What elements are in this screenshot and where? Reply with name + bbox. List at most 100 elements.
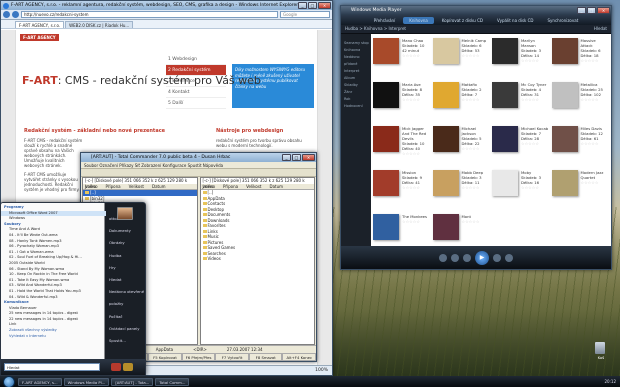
close-button[interactable]: ×	[302, 154, 315, 161]
album-item[interactable]: Mobb Deep Skladeb: 3 Délka: 11 ☆☆☆☆☆	[432, 170, 491, 214]
album-item[interactable]: Maria Ave Skladeb: 8 Délka: 35 ☆☆☆☆☆	[373, 82, 431, 126]
rating-stars[interactable]: ☆☆☆☆☆	[462, 53, 487, 58]
power-button[interactable]	[111, 363, 121, 371]
menu-item-webdesign[interactable]: 1 Webdesign	[166, 54, 226, 65]
wmp-sidebar-item[interactable]: Hodnocení	[341, 103, 371, 110]
rating-stars[interactable]: ☆☆☆☆☆	[462, 146, 491, 151]
album-item[interactable]: Mick Jagger And The Red Devils Skladeb: 1…	[373, 126, 431, 170]
start-right-item[interactable]: Hledat	[106, 274, 145, 286]
minimize-button[interactable]: _	[577, 7, 586, 14]
start-search-input[interactable]: Hledat	[4, 363, 100, 371]
album-cover[interactable]	[432, 38, 459, 64]
wmp-sidebar-item[interactable]: Interpret	[341, 68, 371, 75]
album-cover[interactable]	[432, 214, 459, 240]
rating-stars[interactable]: ☆☆☆☆☆	[402, 219, 427, 224]
start-right-item[interactable]: Počítač	[106, 311, 145, 323]
stop-icon[interactable]	[451, 253, 459, 262]
function-key-button[interactable]: F5 Kopírovat	[148, 353, 182, 361]
album-item[interactable]: Marilyn Manson Skladeb: 3 Délka: 14 ☆☆☆☆☆	[492, 38, 550, 82]
rating-stars[interactable]: ☆☆☆☆☆	[521, 141, 548, 146]
col-name[interactable]: Jméno	[203, 184, 216, 189]
album-cover[interactable]	[492, 38, 518, 64]
start-right-item[interactable]: Hry	[106, 262, 145, 274]
play-button[interactable]: ▶	[475, 250, 489, 265]
start-right-item[interactable]: Hudba	[106, 250, 145, 262]
album-item[interactable]: Mattafix Skladeb: 2 Délka: 7 ☆☆☆☆☆	[432, 82, 491, 126]
maximize-button[interactable]: □	[587, 7, 596, 14]
wmp-tab-playback[interactable]: Přehrávání	[368, 17, 401, 24]
album-item[interactable]: Massive Attack Skladeb: 6 Délka: 18 ☆☆☆☆☆	[551, 38, 610, 82]
album-item[interactable]: Mano Chao Skladeb: 10 42 minut ☆☆☆☆☆	[373, 38, 431, 82]
rating-stars[interactable]: ☆☆☆☆☆	[581, 58, 610, 63]
album-cover[interactable]	[551, 82, 578, 108]
start-right-item[interactable]: Obrázky	[106, 237, 145, 249]
clock[interactable]: 20:12	[604, 379, 620, 384]
tc-menubar[interactable]: Soubor Označení Příkazy Síť Zobrazení Ko…	[81, 162, 316, 169]
rating-stars[interactable]: ☆☆☆☆☆	[581, 97, 603, 102]
taskbar-ie[interactable]: F-ART AGENCY, s...	[18, 377, 62, 386]
album-item[interactable]: Michael Jackson Skladeb: 5 Délka: 22 ☆☆☆☆☆	[432, 126, 491, 170]
maximize-button[interactable]: □	[308, 2, 317, 9]
rating-stars[interactable]: ☆☆☆☆☆	[462, 97, 482, 102]
minimize-button[interactable]: _	[282, 154, 291, 161]
album-cover[interactable]	[432, 170, 459, 196]
rating-stars[interactable]: ☆☆☆☆☆	[581, 180, 610, 185]
tc-titlebar[interactable]: [ART:AUT] - Total Commander 7.0 public b…	[81, 153, 316, 162]
col-date[interactable]: Datum	[270, 184, 284, 189]
rating-stars[interactable]: ☆☆☆☆☆	[521, 185, 541, 190]
url-input[interactable]: http://nuevo.cz/redakcni-system	[21, 11, 278, 18]
rating-stars[interactable]: ☆☆☆☆☆	[402, 151, 431, 156]
user-avatar[interactable]	[117, 207, 133, 220]
wmp-search-input[interactable]: Hledat	[594, 25, 607, 33]
album-cover[interactable]	[551, 126, 578, 152]
rating-stars[interactable]: ☆☆☆☆☆	[581, 141, 603, 146]
album-item[interactable]: Melnik Camp Skladeb: 6 Délka: 53 ☆☆☆☆☆	[432, 38, 491, 82]
zoom-level[interactable]: 100%	[315, 366, 328, 375]
back-button[interactable]	[3, 11, 10, 18]
album-item[interactable]: Modern Jazz Quartet ☆☆☆☆☆	[551, 170, 610, 214]
col-ext[interactable]: Přípona	[106, 184, 121, 189]
start-right-item[interactable]: Spustit...	[106, 335, 145, 347]
album-item[interactable]: Michael Kocab Skladeb: 7 Délka: 28 ☆☆☆☆☆	[492, 126, 550, 170]
album-item[interactable]: Miles Davis Skladeb: 12 Délka: 61 ☆☆☆☆☆	[551, 126, 610, 170]
previous-icon[interactable]	[463, 253, 471, 262]
album-item[interactable]: Metallica Skladeb: 25 Délka: 102 ☆☆☆☆☆	[551, 82, 610, 126]
close-button[interactable]: ×	[597, 7, 610, 14]
tab-web20[interactable]: WEB2.0 DISK.cz | Riadok Hu...	[65, 21, 134, 28]
file-row[interactable]: Videos	[201, 256, 315, 262]
maximize-button[interactable]: □	[292, 154, 301, 161]
col-size[interactable]: Velikost	[129, 184, 144, 189]
menu-item-kontakt[interactable]: 4 Kontakt	[166, 87, 226, 98]
start-orb-icon[interactable]	[3, 375, 15, 387]
album-cover[interactable]	[551, 170, 578, 196]
album-item[interactable]: Moby Skladeb: 3 Délka: 16 ☆☆☆☆☆	[492, 170, 550, 214]
album-cover[interactable]	[373, 38, 399, 64]
album-cover[interactable]	[432, 82, 459, 108]
function-key-button[interactable]: F7 Vytvořit adresář	[215, 353, 249, 361]
wmp-sidebar-item[interactable]: Knihovna	[341, 47, 371, 54]
album-cover[interactable]	[373, 82, 399, 108]
search-input[interactable]: Google	[280, 11, 330, 18]
wmp-sidebar-item[interactable]: Žánr	[341, 89, 371, 96]
right-panel[interactable]: [-c-] [Diskové pole] 351 066 352 k z 625…	[199, 177, 315, 345]
col-name[interactable]: Jméno	[85, 184, 98, 189]
album-cover[interactable]	[432, 126, 459, 152]
ie-titlebar[interactable]: F-ART AGENCY, s.r.o. - reklamní agentura…	[1, 1, 332, 10]
function-key-button[interactable]: F8 Smazat	[248, 353, 283, 361]
album-cover[interactable]	[551, 38, 578, 64]
album-cover[interactable]	[492, 82, 518, 108]
next-icon[interactable]	[493, 253, 501, 262]
menu-item-dalsi[interactable]: 5 Další	[166, 98, 226, 109]
rating-stars[interactable]: ☆☆☆☆☆	[402, 53, 424, 58]
start-right-item[interactable]: Dokumenty	[106, 225, 145, 237]
rating-stars[interactable]: ☆☆☆☆☆	[402, 97, 422, 102]
minimize-button[interactable]: _	[298, 2, 307, 9]
col-date[interactable]: Datum	[152, 184, 166, 189]
album-cover[interactable]	[373, 214, 399, 240]
rating-stars[interactable]: ☆☆☆☆☆	[462, 185, 484, 190]
album-cover[interactable]	[373, 170, 399, 196]
album-cover[interactable]	[373, 126, 399, 152]
site-logo[interactable]: F-ART AGENCY	[20, 33, 59, 41]
tc-toolbar[interactable]	[81, 169, 316, 177]
lock-button[interactable]	[123, 363, 133, 371]
